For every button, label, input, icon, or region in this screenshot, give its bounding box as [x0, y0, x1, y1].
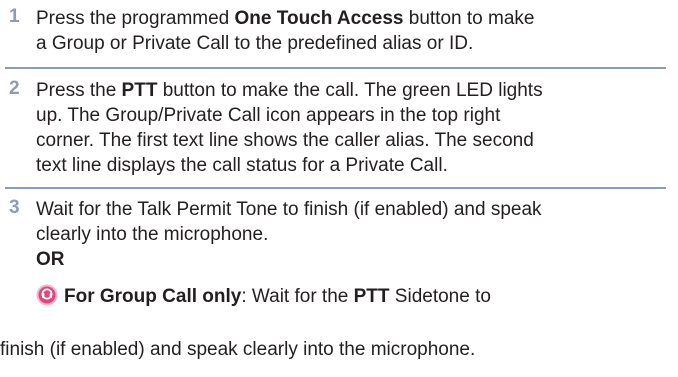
text-line: up. The Group/Private Call icon appears … [36, 105, 501, 126]
text-line: Press the PTT button to make the call. T… [36, 80, 543, 101]
text-line: text line displays the call status for a… [36, 155, 448, 176]
step-text: Press the programmed One Touch Access bu… [36, 6, 676, 56]
divider [5, 67, 666, 69]
or-label: OR [36, 249, 65, 270]
group-call-icon [36, 284, 58, 306]
step-text: Press the PTT button to make the call. T… [36, 78, 676, 178]
step-text: Wait for the Talk Permit Tone to finish … [36, 197, 676, 309]
step-number: 2 [9, 78, 20, 99]
text-line: Press the programmed One Touch Access bu… [36, 8, 535, 29]
text-line: a Group or Private Call to the predefine… [36, 33, 474, 54]
divider [5, 187, 666, 189]
text-line: clearly into the microphone. [36, 224, 269, 245]
text-line: Wait for the Talk Permit Tone to finish … [36, 199, 542, 220]
text-line: For Group Call only: Wait for the PTT Si… [36, 284, 676, 309]
step-number: 3 [9, 197, 20, 218]
text-line: finish (if enabled) and speak clearly in… [0, 339, 476, 360]
text-line: corner. The first text line shows the ca… [36, 130, 534, 151]
step-number: 1 [9, 6, 20, 27]
